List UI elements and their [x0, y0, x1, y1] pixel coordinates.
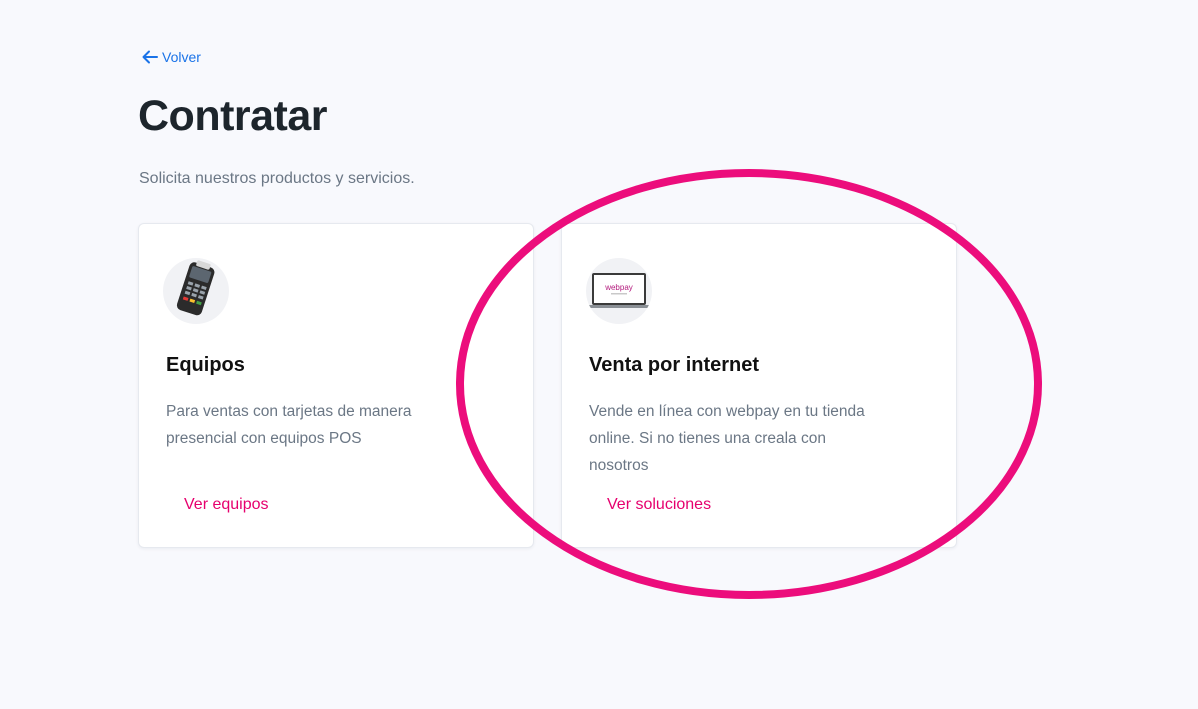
ver-equipos-link[interactable]: Ver equipos [184, 496, 269, 514]
laptop-webpay-icon: webpay [586, 258, 652, 324]
ver-soluciones-link[interactable]: Ver soluciones [607, 496, 711, 514]
card-description: Para ventas con tarjetas de manera prese… [166, 403, 412, 447]
back-link[interactable]: Volver [141, 48, 201, 66]
page-subtitle: Solicita nuestros productos y servicios. [139, 170, 415, 187]
webpay-logo-text: webpay [604, 283, 633, 292]
arrow-left-icon [142, 50, 158, 64]
back-label: Volver [162, 49, 201, 65]
card-description: Vende en línea con webpay en tu tienda o… [589, 403, 865, 474]
card-title: Equipos [166, 354, 245, 376]
card-title: Venta por internet [589, 354, 760, 376]
card-venta-internet: webpay Venta por internet Vende en línea… [561, 223, 957, 548]
page-title: Contratar [138, 92, 328, 140]
card-equipos: Equipos Para ventas con tarjetas de mane… [138, 223, 534, 548]
pos-terminal-icon [163, 258, 229, 324]
